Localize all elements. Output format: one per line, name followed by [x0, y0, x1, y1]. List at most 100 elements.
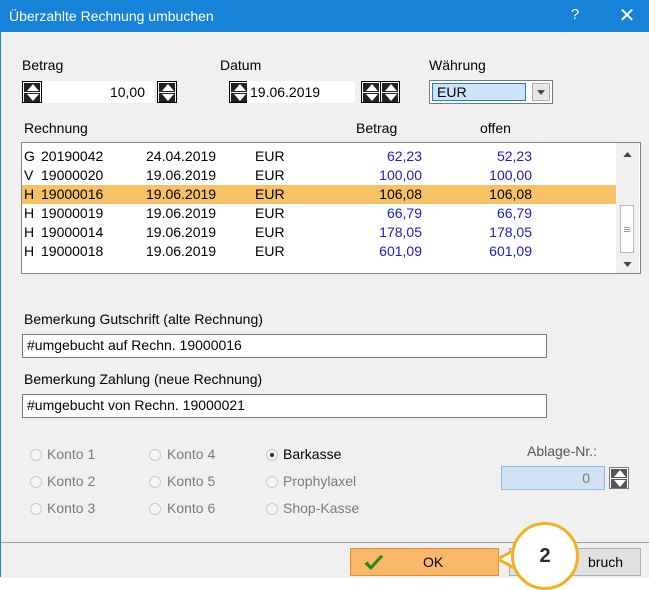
row-number: 19000020 [41, 167, 104, 183]
radio-barkasse[interactable] [266, 449, 278, 461]
scroll-up-icon[interactable] [623, 152, 632, 157]
col-header-betrag: Betrag [356, 120, 398, 136]
radio-konto-5[interactable] [149, 476, 161, 488]
row-number: 19000016 [41, 186, 104, 202]
row-type: H [24, 205, 35, 221]
radio-konto-3[interactable] [30, 503, 42, 515]
ablage-input[interactable]: 0 [501, 466, 605, 490]
row-type: H [24, 224, 35, 240]
waehrung-select[interactable]: EUR [429, 80, 553, 104]
list-scrollbar[interactable] [616, 143, 639, 273]
title-bar: Überzahlte Rechnung umbuchen ? ✕ [1, 0, 649, 32]
row-offen: 66,79 [496, 205, 532, 221]
row-currency: EUR [255, 167, 285, 183]
scrollbar-thumb[interactable] [620, 205, 634, 253]
waehrung-label: Währung [429, 57, 486, 73]
invoice-list[interactable]: G 20190042 24.04.2019 EUR 62,23 52,23 V … [21, 142, 641, 274]
table-row[interactable]: V 19000020 19.06.2019 EUR 100,00 100,00 [22, 166, 617, 185]
col-header-rechnung: Rechnung [24, 120, 88, 136]
radio-konto-4[interactable] [149, 449, 161, 461]
arrow-up-icon[interactable] [611, 469, 627, 478]
row-betrag: 178,05 [379, 224, 422, 240]
radio-label-konto-6: Konto 6 [167, 500, 216, 516]
row-offen: 106,08 [489, 186, 532, 202]
datum-spin-right-a[interactable] [361, 81, 381, 103]
radio-label-konto-2: Konto 2 [47, 473, 96, 489]
arrow-up-icon[interactable] [231, 83, 247, 92]
radio-konto-6[interactable] [149, 503, 161, 515]
table-row[interactable]: H 19000018 19.06.2019 EUR 601,09 601,09 [22, 242, 617, 261]
row-number: 19000018 [41, 243, 104, 259]
scroll-down-icon[interactable] [623, 262, 632, 267]
dialog-window: Überzahlte Rechnung umbuchen ? ✕ Betrag … [0, 0, 649, 590]
row-number: 19000014 [41, 224, 104, 240]
bemerkung-zahlung-input[interactable]: #umgebucht von Rechn. 19000021 [22, 394, 547, 418]
help-button[interactable]: ? [563, 6, 587, 26]
row-currency: EUR [255, 205, 285, 221]
row-number: 20190042 [41, 148, 104, 164]
row-betrag: 601,09 [379, 243, 422, 259]
ablage-spin[interactable] [609, 467, 629, 489]
ok-button[interactable]: OK [350, 548, 499, 576]
ok-button-label: OK [423, 554, 444, 570]
bemerkung-zahlung-label: Bemerkung Zahlung (neue Rechnung) [24, 371, 263, 387]
radio-label-shop-kasse: Shop-Kasse [283, 500, 360, 516]
radio-label-prophylaxe: Prophylaxel [283, 473, 357, 489]
betrag-input[interactable]: 10,00 [42, 81, 154, 103]
row-currency: EUR [255, 148, 285, 164]
table-row-selected[interactable]: H 19000016 19.06.2019 EUR 106,08 106,08 [22, 185, 617, 204]
bemerkung-gutschrift-label: Bemerkung Gutschrift (alte Rechnung) [24, 311, 263, 327]
row-type: V [24, 167, 34, 183]
row-type: H [24, 186, 35, 202]
row-currency: EUR [255, 186, 285, 202]
arrow-up-icon[interactable] [363, 83, 379, 92]
ablage-label: Ablage-Nr.: [527, 443, 598, 459]
row-betrag: 62,23 [386, 148, 422, 164]
betrag-spin-right[interactable] [157, 81, 177, 103]
betrag-spin-left[interactable] [22, 81, 42, 103]
datum-spin-left[interactable] [229, 81, 249, 103]
row-type: G [24, 148, 35, 164]
arrow-down-icon[interactable] [611, 479, 627, 488]
close-button[interactable]: ✕ [613, 4, 641, 28]
row-betrag: 106,08 [379, 186, 422, 202]
row-date: 19.06.2019 [146, 186, 217, 202]
row-number: 19000019 [41, 205, 104, 221]
row-offen: 52,23 [496, 148, 532, 164]
arrow-up-icon[interactable] [24, 83, 40, 92]
radio-label-konto-1: Konto 1 [47, 446, 96, 462]
bemerkung-gutschrift-input[interactable]: #umgebucht auf Rechn. 19000016 [22, 334, 547, 358]
window-title: Überzahlte Rechnung umbuchen [9, 8, 214, 24]
arrow-down-icon[interactable] [159, 93, 175, 102]
row-offen: 100,00 [489, 167, 532, 183]
radio-label-konto-4: Konto 4 [167, 446, 216, 462]
datum-spin-right-b[interactable] [380, 81, 400, 103]
radio-konto-1[interactable] [30, 449, 42, 461]
callout-badge: 2 [511, 522, 579, 590]
row-date: 19.06.2019 [146, 205, 217, 221]
row-currency: EUR [255, 243, 285, 259]
arrow-down-icon[interactable] [363, 93, 379, 102]
table-row[interactable]: H 19000019 19.06.2019 EUR 66,79 66,79 [22, 204, 617, 223]
radio-shop-kasse[interactable] [266, 503, 278, 515]
arrow-up-icon[interactable] [382, 83, 398, 92]
arrow-up-icon[interactable] [159, 83, 175, 92]
col-header-offen: offen [480, 120, 511, 136]
row-date: 19.06.2019 [146, 167, 217, 183]
arrow-down-icon[interactable] [231, 93, 247, 102]
chevron-down-icon[interactable] [532, 83, 550, 101]
arrow-down-icon[interactable] [382, 93, 398, 102]
arrow-down-icon[interactable] [24, 93, 40, 102]
radio-konto-2[interactable] [30, 476, 42, 488]
table-row[interactable]: H 19000014 19.06.2019 EUR 178,05 178,05 [22, 223, 617, 242]
row-offen: 178,05 [489, 224, 532, 240]
row-date: 24.04.2019 [146, 148, 217, 164]
datum-input[interactable]: 19.06.2019 [247, 81, 355, 103]
row-currency: EUR [255, 224, 285, 240]
table-row[interactable]: G 20190042 24.04.2019 EUR 62,23 52,23 [22, 147, 617, 166]
checkmark-icon [364, 555, 384, 570]
row-betrag: 66,79 [386, 205, 422, 221]
radio-label-konto-3: Konto 3 [47, 500, 96, 516]
radio-prophylaxe[interactable] [266, 476, 278, 488]
row-offen: 601,09 [489, 243, 532, 259]
